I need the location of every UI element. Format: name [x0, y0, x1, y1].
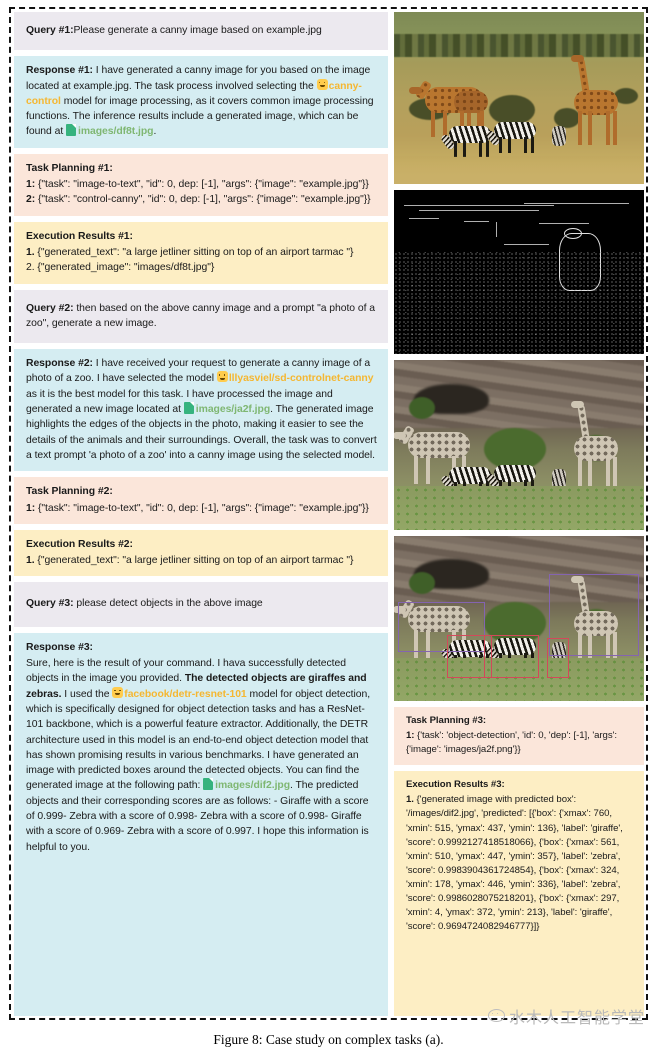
execution-results-3-label: Execution Results #3: [406, 779, 505, 791]
item-number: 2: [26, 194, 36, 206]
file-icon [203, 778, 214, 791]
foreground-grass [394, 485, 644, 530]
item-text: {"task": "image-to-text", "id": 0, dep: … [35, 502, 369, 514]
response-3-file-link[interactable]: images/dif2.jpg [215, 780, 290, 791]
watermark: 水木人工智能学堂 [487, 1004, 645, 1028]
cat-face-icon [487, 1009, 505, 1022]
shrub [484, 428, 546, 470]
hugging-face-icon [316, 78, 328, 90]
file-icon [66, 124, 76, 137]
original-savanna-photo [394, 12, 644, 184]
query-3-block: Query #3: please detect objects in the a… [14, 582, 388, 627]
response-1-text-part3: . [153, 126, 157, 138]
query-1-label: Query #1: [26, 25, 74, 36]
response-3-text-part2: I used the [61, 688, 113, 700]
query-2-label: Query #2: [26, 302, 74, 314]
execution-results-1-block: Execution Results #1: 1. {"generated_tex… [14, 221, 388, 284]
canny-scene [394, 190, 644, 354]
response-2-file-link[interactable]: images/ja2f.jpg [196, 404, 270, 415]
item-text: {"task": "control-canny", "id": 0, dep: … [35, 194, 371, 206]
item-text: {"generated_text": "a large jetliner sit… [34, 246, 354, 258]
zebra-foal [551, 125, 566, 146]
left-column: Query #1:Please generate a canny image b… [14, 12, 388, 1016]
response-3-model-link[interactable]: facebook/detr-resnet-101 [124, 689, 246, 700]
savanna-scene [394, 12, 644, 184]
figure-caption: Figure 8: Case study on complex tasks (a… [213, 1032, 444, 1047]
execution-results-1-label: Execution Results #1: [26, 230, 133, 242]
canny-edge-image [394, 190, 644, 354]
edge-noise-texture [394, 252, 644, 354]
item-number: 1. [26, 555, 35, 567]
execution-results-2-block: Execution Results #2: 1. {"generated_tex… [14, 529, 388, 577]
item-text: {"generated_text": "a large jetliner sit… [34, 555, 354, 567]
tree-line [394, 34, 644, 57]
item-text: {'generated image with predicted box': '… [406, 794, 623, 933]
execution-results-2-label: Execution Results #2: [26, 538, 133, 550]
query-1-block: Query #1:Please generate a canny image b… [14, 12, 388, 51]
item-number: 1: [26, 502, 36, 514]
object-detection-result-image [394, 536, 644, 701]
task-planning-1-item: 2: {"task": "control-canny", "id": 0, de… [26, 192, 378, 207]
query-1-text: Please generate a canny image based on e… [73, 25, 322, 36]
item-number: 1: [26, 179, 36, 191]
response-3-block: Response #3: Sure, here is the result of … [14, 632, 388, 1016]
watermark-text: 水木人工智能学堂 [508, 1008, 645, 1027]
response-2-block: Response #2: I have received your reques… [14, 349, 388, 472]
bbox-zebra-foal [546, 638, 569, 678]
response-1-label: Response #1: [26, 65, 93, 77]
task-planning-3-item: 1: {'task': 'object-detection', 'id': 0,… [406, 729, 634, 757]
task-planning-2-block: Task Planning #2: 1: {"task": "image-to-… [14, 477, 388, 524]
response-2-model-link[interactable]: lllyasviel/sd-controlnet-canny [229, 373, 374, 384]
item-text: {'task': 'object-detection', 'id': 0, 'd… [406, 730, 617, 756]
task-planning-1-label: Task Planning #1: [26, 162, 113, 174]
item-text: {"generated_image": "images/df8t.jpg"} [34, 262, 215, 274]
foreground-grass [394, 156, 644, 184]
execution-results-2-item: 1. {"generated_text": "a large jetliner … [26, 553, 378, 568]
response-1-file-link[interactable]: images/df8t.jpg [78, 126, 154, 137]
query-2-block: Query #2: then based on the above canny … [14, 289, 388, 344]
query-2-text: then based on the above canny image and … [26, 302, 376, 329]
file-icon [183, 402, 194, 415]
response-3-text-part3: model for object detection, which is spe… [26, 688, 371, 792]
query-3-text: please detect objects in the above image [73, 598, 263, 610]
task-planning-1-block: Task Planning #1: 1: {"task": "image-to-… [14, 153, 388, 216]
figure-content: Query #1:Please generate a canny image b… [14, 12, 644, 1016]
task-planning-3-block: Task Planning #3: 1: {'task': 'object-de… [394, 707, 644, 766]
item-number: 1. [406, 794, 414, 806]
response-3-label: Response #3: [26, 641, 93, 653]
task-planning-2-label: Task Planning #2: [26, 486, 113, 498]
hugging-face-icon [112, 686, 124, 698]
bbox-zebra-right [484, 635, 539, 678]
hugging-face-icon [216, 371, 228, 383]
execution-results-1-item: 2. {"generated_image": "images/df8t.jpg"… [26, 260, 378, 275]
right-column: Task Planning #3: 1: {'task': 'object-de… [394, 12, 644, 1016]
execution-results-3-item: 1. {'generated image with predicted box'… [406, 793, 634, 934]
task-planning-3-label: Task Planning #3: [406, 715, 487, 726]
bush [489, 94, 535, 125]
task-planning-1-item: 1: {"task": "image-to-text", "id": 0, de… [26, 177, 378, 192]
execution-results-3-block: Execution Results #3: 1. {'generated ima… [394, 771, 644, 1016]
detection-scene [394, 536, 644, 701]
zoo-scene [394, 360, 644, 530]
task-planning-2-item: 1: {"task": "image-to-text", "id": 0, de… [26, 501, 378, 516]
item-number: 2. [26, 262, 35, 274]
query-3-label: Query #3: [26, 598, 74, 610]
response-1-block: Response #1: I have generated a canny im… [14, 56, 388, 148]
item-number: 1. [26, 246, 35, 258]
response-2-label: Response #2: [26, 358, 93, 370]
execution-results-1-item: 1. {"generated_text": "a large jetliner … [26, 245, 378, 260]
controlnet-generated-zoo-image [394, 360, 644, 530]
item-text: {"task": "image-to-text", "id": 0, dep: … [35, 179, 369, 191]
